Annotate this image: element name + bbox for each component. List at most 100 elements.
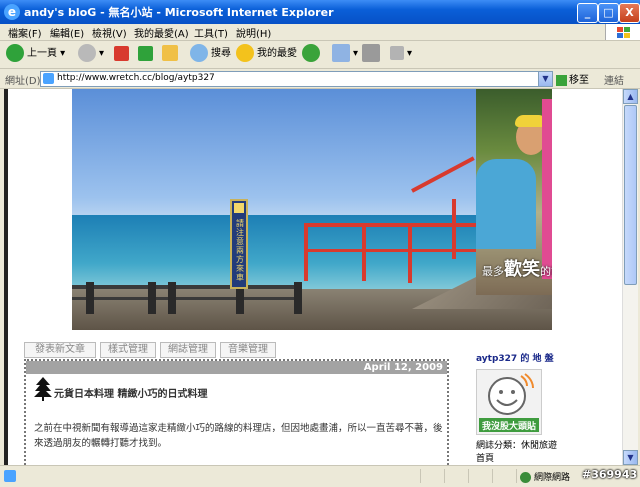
address-dropdown[interactable]: ▼	[538, 71, 553, 87]
windows-logo-icon	[605, 24, 640, 40]
red-railing	[411, 156, 475, 193]
tab-style-manage[interactable]: 樣式管理	[100, 342, 156, 358]
ie-icon: e	[4, 4, 20, 20]
media-icon	[302, 44, 320, 62]
avatar-label: 我沒股大頭貼	[481, 422, 536, 432]
menu-help[interactable]: 說明(H)	[236, 25, 271, 40]
blog-post: April 12, 2009 元貨日本料理 精緻小巧的日式料理 之前在中視新聞有…	[24, 359, 449, 465]
mail-icon	[332, 44, 350, 62]
print-button[interactable]	[362, 44, 383, 64]
address-url: http://www.wretch.cc/blog/aytp327	[57, 73, 215, 83]
forward-arrow-icon	[78, 44, 96, 62]
tab-blog-manage[interactable]: 網誌管理	[160, 342, 216, 358]
window-title: andy's bloG - 無名小站 - Microsoft Internet …	[24, 6, 334, 19]
home-icon	[162, 45, 178, 61]
edit-button[interactable]: ▾	[390, 44, 412, 64]
menu-file[interactable]: 檔案(F)	[8, 25, 42, 40]
go-arrow-icon	[556, 74, 567, 86]
minimize-button[interactable]: _	[577, 3, 598, 23]
edit-icon	[390, 46, 404, 60]
status-divider	[516, 469, 517, 483]
red-railing-post	[452, 199, 456, 259]
post-title[interactable]: 元貨日本料理 精緻小巧的日式料理	[54, 385, 207, 400]
status-divider	[444, 469, 445, 483]
post-body: 之前在中視新聞有報導過這家走精緻小巧的路線的料理店，但因地處畫浦，所以一直苦尋不…	[34, 423, 443, 449]
menu-edit[interactable]: 編輯(E)	[50, 25, 84, 40]
red-railing-post	[362, 223, 366, 281]
menu-view[interactable]: 檢視(V)	[92, 25, 127, 40]
tab-music-manage[interactable]: 音樂管理	[220, 342, 276, 358]
status-divider	[492, 469, 493, 483]
status-divider	[468, 469, 469, 483]
blog-category[interactable]: 網誌分類：休閒旅遊	[476, 438, 557, 451]
zone-label: 網際網路	[534, 473, 571, 483]
refresh-button[interactable]	[138, 44, 156, 64]
status-divider	[420, 469, 421, 483]
search-icon	[190, 44, 208, 62]
back-button[interactable]: 上一頁 ▾	[6, 44, 65, 64]
star-icon	[236, 44, 254, 62]
scroll-up-button[interactable]: ▲	[623, 89, 638, 104]
warning-sign: 請注意兩方來車	[230, 199, 248, 289]
address-input[interactable]: http://www.wretch.cc/blog/aytp327	[40, 71, 539, 87]
fence-post	[294, 282, 302, 314]
stop-icon	[114, 45, 129, 61]
print-icon	[362, 44, 380, 62]
red-railing-post	[304, 223, 308, 281]
links-button[interactable]: 連結	[604, 72, 624, 87]
go-button[interactable]: 移至	[556, 71, 589, 86]
fence-post	[86, 282, 94, 314]
tab-new-post[interactable]: 發表新文章	[24, 342, 96, 358]
media-button[interactable]	[302, 44, 323, 64]
menu-favorites[interactable]: 我的最愛(A)	[134, 25, 189, 40]
fence-post	[148, 282, 156, 314]
refresh-icon	[138, 45, 153, 61]
toolbar: 上一頁 ▾ ▾ 搜尋 我的最愛 ▾ ▾	[0, 41, 640, 69]
banner-fence-lower	[72, 297, 302, 300]
scroll-thumb[interactable]	[624, 105, 637, 285]
search-label: 搜尋	[211, 48, 231, 59]
mail-button[interactable]: ▾	[332, 44, 358, 64]
sign-text: 請注意兩方來車	[236, 219, 244, 282]
menu-bar: 檔案(F) 編輯(E) 檢視(V) 我的最愛(A) 工具(T) 說明(H)	[0, 24, 640, 41]
sign-logo-icon	[234, 203, 244, 213]
favorites-label: 我的最愛	[257, 48, 297, 59]
go-label: 移至	[569, 75, 589, 86]
address-label: 網址(D)	[5, 76, 41, 87]
page-viewport: 請注意兩方來車 最多歡笑的節目 發表新文章 樣式管理 網誌管理 音樂管理 Apr…	[4, 89, 622, 465]
avatar[interactable]: 我沒股大頭貼	[476, 369, 542, 435]
blog-banner: 請注意兩方來車 最多歡笑的節目	[72, 89, 552, 330]
stop-button[interactable]	[114, 44, 132, 64]
red-railing-post	[408, 223, 412, 283]
home-link[interactable]: 首頁	[476, 451, 494, 464]
banner-photo-shirt	[476, 159, 536, 249]
tagline-pre: 最多	[482, 265, 504, 278]
tree-icon	[34, 377, 52, 401]
post-date: April 12, 2009	[26, 361, 447, 374]
favorites-button[interactable]: 我的最愛	[236, 44, 297, 64]
banner-fence	[72, 285, 302, 289]
status-bar: 網際網路	[0, 465, 640, 487]
tagline-post: 的節目	[540, 265, 552, 278]
menu-tools[interactable]: 工具(T)	[194, 25, 228, 40]
security-zone: 網際網路	[520, 470, 570, 483]
back-label: 上一頁	[27, 48, 57, 59]
vertical-scrollbar[interactable]: ▲ ▼	[622, 89, 638, 465]
globe-icon	[520, 472, 531, 483]
page-status-icon	[4, 470, 16, 482]
back-arrow-icon	[6, 44, 24, 62]
home-button[interactable]	[162, 44, 181, 64]
search-button[interactable]: 搜尋	[190, 44, 231, 64]
address-bar: 網址(D) http://www.wretch.cc/blog/aytp327 …	[0, 69, 640, 89]
title-bar: e andy's bloG - 無名小站 - Microsoft Interne…	[0, 0, 640, 24]
forward-button[interactable]: ▾	[78, 44, 104, 64]
page-left-border	[4, 89, 8, 465]
page-icon	[43, 73, 54, 84]
watermark: #369943	[582, 468, 638, 481]
scroll-down-button[interactable]: ▼	[623, 450, 638, 465]
sidebar-title: aytp327 的 地 盤	[476, 354, 554, 364]
maximize-button[interactable]: □	[598, 3, 619, 23]
close-button[interactable]: X	[619, 3, 640, 23]
fence-post	[168, 282, 176, 314]
banner-photo-jersey	[542, 99, 552, 279]
